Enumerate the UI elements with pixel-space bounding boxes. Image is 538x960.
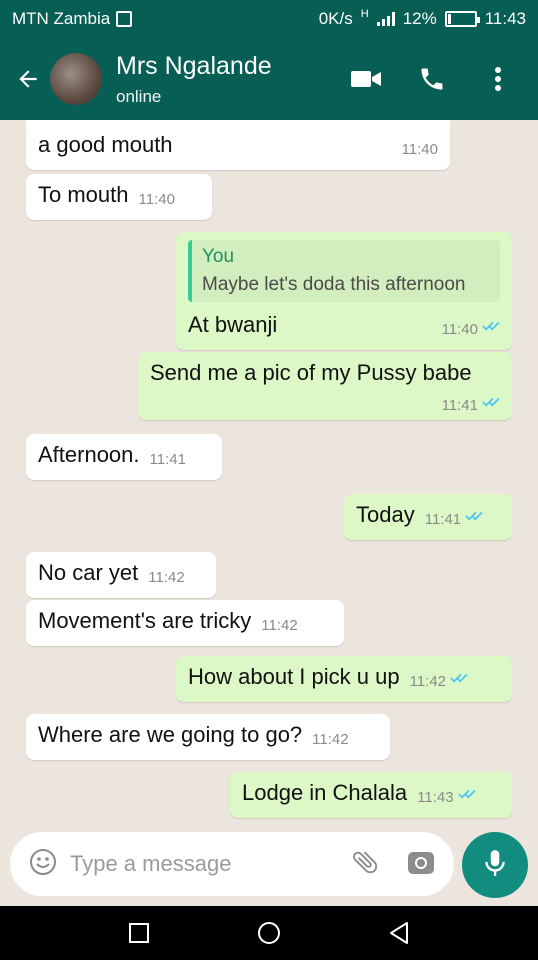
message-time: 11:43 [417,789,454,806]
system-navigation-bar [0,906,538,960]
message-text: Where are we going to go? [38,722,303,747]
quote-author: You [202,246,235,267]
video-call-icon[interactable] [346,59,386,99]
chat-header: Mrs Ngalande online [0,38,538,120]
message-time: 11:40 [138,191,175,208]
read-ticks-icon [482,388,500,414]
read-ticks-icon [465,502,483,528]
message-text: Today [356,502,415,527]
message-bubble[interactable]: To mouth 11:40 [26,174,212,220]
message-text: No car yet [38,560,139,585]
quoted-message[interactable]: You Maybe let's doda this afternoon [188,240,500,302]
message-time: 11:40 [401,141,438,158]
message-bubble[interactable]: Movement's are tricky 11:42 [26,600,344,646]
mic-icon [482,848,508,883]
message-text: a good mouth [38,132,173,157]
message-bubble[interactable]: Afternoon. 11:41 [26,434,222,480]
message-bubble[interactable]: You Maybe let's doda this afternoon At b… [176,232,512,350]
phone-icon[interactable] [412,59,452,99]
battery-icon [444,11,480,27]
network-type: H [360,8,369,20]
back-nav-icon[interactable] [382,916,416,950]
emoji-icon[interactable] [28,847,58,882]
message-bubble[interactable]: a good mouth 11:40 [26,124,450,170]
read-ticks-icon [457,780,476,806]
network-speed: 0K/s [318,9,353,28]
message-text: Movement's are tricky [38,608,252,633]
battery-level [447,14,451,24]
message-time: 11:41 [424,511,462,528]
message-list[interactable]: a good mouth 11:40 To mouth 11:40 You Ma… [0,120,538,832]
message-input[interactable]: Type a message [10,832,454,896]
mic-button[interactable] [462,832,528,898]
camera-icon[interactable] [406,847,436,882]
message-time: 11:40 [441,321,478,338]
message-time: 11:42 [261,617,298,634]
message-time: 11:41 [149,451,186,468]
message-bubble[interactable]: Where are we going to go? 11:42 [26,714,390,760]
message-bubble[interactable]: Send me a pic of my Pussy babe 11:41 [138,352,512,420]
quote-text: Maybe let's doda this afternoon [202,274,466,295]
message-bubble[interactable]: How about I pick u up 11:42 [176,656,512,702]
message-time: 11:42 [148,569,185,586]
recents-icon[interactable] [122,916,156,950]
more-vert-icon[interactable] [478,59,518,99]
message-text: At bwanji [188,312,278,337]
message-text: Afternoon. [38,442,140,467]
attach-icon[interactable] [350,847,380,882]
status-bar: MTN Zambia 0K/s H 12% 11:43 [0,0,538,38]
message-text: Lodge in Chalala [242,780,408,805]
contact-name: Mrs Ngalande [116,51,272,80]
sim-icon [116,11,133,27]
signal-icon [376,12,395,26]
clock: 11:43 [484,9,526,28]
message-placeholder: Type a message [70,851,232,876]
message-time: 11:42 [409,673,447,690]
home-icon[interactable] [252,916,286,950]
contact-info[interactable]: Mrs Ngalande online [116,52,272,107]
back-arrow-icon[interactable] [6,57,50,101]
message-bubble[interactable]: Today 11:41 [344,494,512,540]
message-text: Send me a pic of my Pussy babe [150,360,472,385]
message-time: 11:42 [312,731,349,748]
message-text: To mouth [38,182,129,207]
message-text: How about I pick u up [188,664,400,689]
composer: Type a message [0,832,538,906]
read-ticks-icon [450,664,468,690]
message-bubble[interactable]: No car yet 11:42 [26,552,216,598]
carrier-label: MTN Zambia [12,9,111,28]
avatar[interactable] [50,53,102,105]
message-time: 11:41 [441,397,478,414]
battery-label: 12% [402,9,437,28]
message-bubble[interactable]: Lodge in Chalala 11:43 [230,772,512,818]
contact-status: online [116,86,162,106]
read-ticks-icon [482,312,500,338]
